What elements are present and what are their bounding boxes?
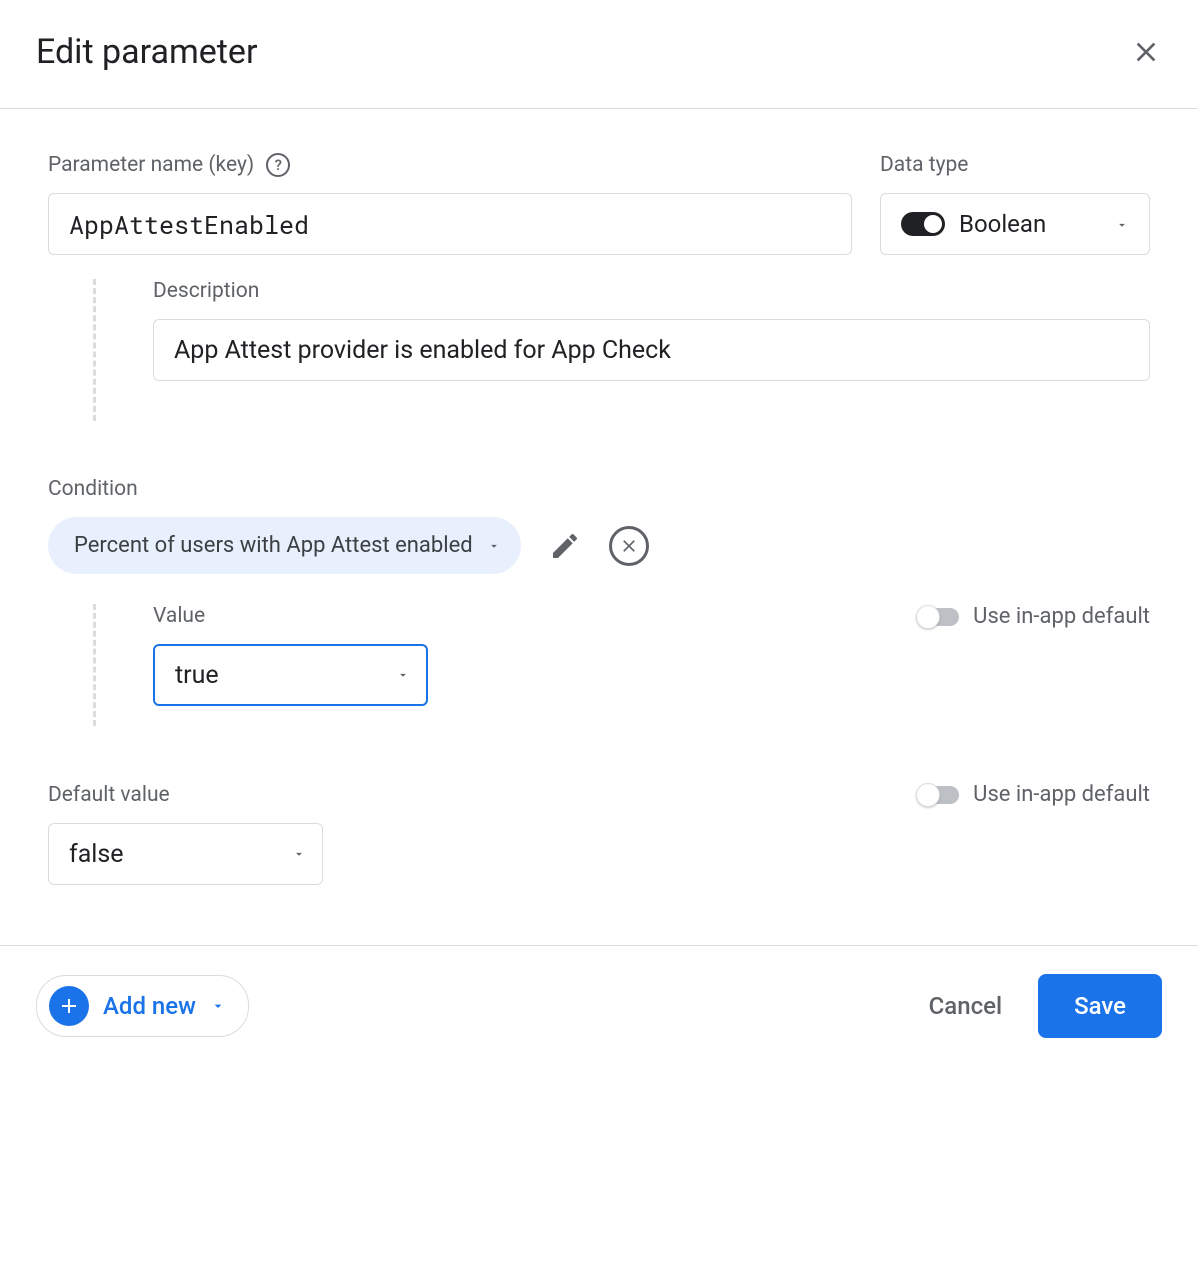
help-icon[interactable]: ? bbox=[266, 153, 290, 177]
condition-inapp-label: Use in-app default bbox=[973, 604, 1150, 629]
param-name-input[interactable] bbox=[48, 193, 852, 255]
add-new-button[interactable]: Add new bbox=[36, 975, 249, 1037]
dialog-title: Edit parameter bbox=[36, 32, 257, 72]
footer-actions: Cancel Save bbox=[929, 974, 1162, 1038]
default-value-text: false bbox=[69, 840, 124, 869]
data-type-column: Data type Boolean bbox=[880, 153, 1150, 255]
data-type-select[interactable]: Boolean bbox=[880, 193, 1150, 255]
condition-chip-label: Percent of users with App Attest enabled bbox=[74, 533, 473, 558]
dropdown-arrow-icon bbox=[292, 847, 306, 861]
default-inapp-toggle-row: Use in-app default bbox=[917, 782, 1150, 807]
dropdown-arrow-icon bbox=[487, 539, 501, 553]
param-name-label-text: Parameter name (key) bbox=[48, 153, 254, 177]
description-label: Description bbox=[153, 279, 1150, 303]
condition-value-text: true bbox=[175, 661, 219, 690]
default-value-select[interactable]: false bbox=[48, 823, 323, 885]
close-icon bbox=[619, 536, 639, 556]
pencil-icon bbox=[549, 530, 581, 562]
default-section: Default value Use in-app default false bbox=[48, 782, 1150, 885]
condition-section: Condition Percent of users with App Atte… bbox=[48, 477, 1150, 726]
dialog-header: Edit parameter bbox=[0, 0, 1198, 109]
default-inapp-label: Use in-app default bbox=[973, 782, 1150, 807]
description-input[interactable] bbox=[153, 319, 1150, 381]
condition-value-row: Value true Use in-app default bbox=[153, 604, 1150, 706]
condition-row: Percent of users with App Attest enabled bbox=[48, 517, 1150, 574]
plus-icon bbox=[57, 994, 81, 1018]
default-value-label: Default value bbox=[48, 783, 170, 807]
data-type-select-inner: Boolean bbox=[901, 210, 1046, 238]
description-section: Description bbox=[93, 279, 1150, 421]
default-inapp-toggle[interactable] bbox=[917, 786, 959, 804]
condition-value-col: Value true bbox=[153, 604, 428, 706]
dialog-footer: Add new Cancel Save bbox=[0, 945, 1198, 1066]
condition-inapp-toggle-row: Use in-app default bbox=[917, 604, 1150, 629]
edit-condition-button[interactable] bbox=[549, 530, 581, 562]
remove-condition-button[interactable] bbox=[609, 526, 649, 566]
close-icon bbox=[1130, 36, 1162, 68]
condition-value-label: Value bbox=[153, 604, 428, 628]
boolean-toggle-icon bbox=[901, 212, 945, 236]
param-name-label: Parameter name (key) ? bbox=[48, 153, 852, 177]
close-button[interactable] bbox=[1130, 36, 1162, 68]
dialog-content: Parameter name (key) ? Data type Boolean… bbox=[0, 109, 1198, 945]
condition-label: Condition bbox=[48, 477, 1150, 501]
dropdown-arrow-icon bbox=[1115, 210, 1129, 238]
dropdown-arrow-icon bbox=[210, 998, 226, 1014]
data-type-label: Data type bbox=[880, 153, 1150, 177]
cancel-button[interactable]: Cancel bbox=[929, 992, 1002, 1020]
condition-value-section: Value true Use in-app default bbox=[93, 604, 1150, 726]
save-button[interactable]: Save bbox=[1038, 974, 1162, 1038]
condition-value-select[interactable]: true bbox=[153, 644, 428, 706]
data-type-value: Boolean bbox=[959, 210, 1046, 238]
param-top-row: Parameter name (key) ? Data type Boolean bbox=[48, 153, 1150, 255]
default-row: Default value Use in-app default bbox=[48, 782, 1150, 807]
param-name-column: Parameter name (key) ? bbox=[48, 153, 852, 255]
dropdown-arrow-icon bbox=[396, 668, 410, 682]
condition-chip[interactable]: Percent of users with App Attest enabled bbox=[48, 517, 521, 574]
add-new-label: Add new bbox=[103, 992, 196, 1020]
condition-inapp-toggle[interactable] bbox=[917, 608, 959, 626]
plus-circle-icon bbox=[49, 986, 89, 1026]
